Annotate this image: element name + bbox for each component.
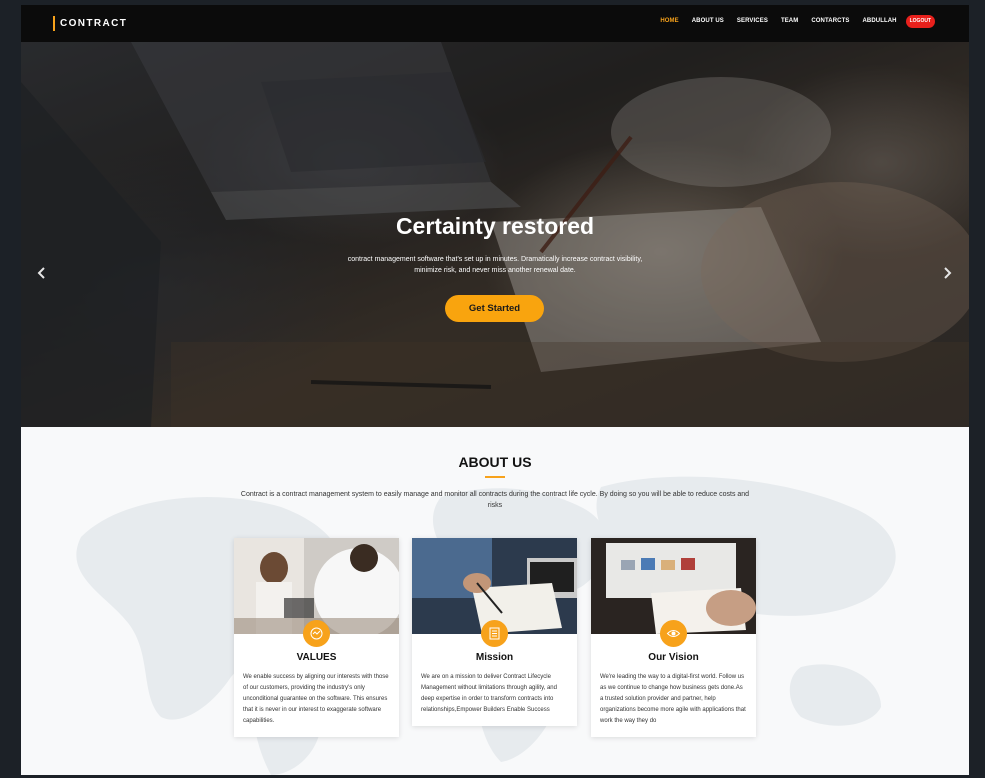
nav-item-contracts[interactable]: CONTARCTS	[811, 18, 849, 24]
values-card: VALUES We enable success by aligning our…	[234, 538, 399, 737]
nav-item-team[interactable]: TEAM	[781, 18, 798, 24]
eye-icon	[660, 620, 687, 647]
navbar: CONTRACT HOME ABOUT US SERVICES TEAM CON…	[21, 5, 969, 42]
vision-card: Our Vision We're leading the way to a di…	[591, 538, 756, 737]
vision-text: We're leading the way to a digital-first…	[600, 674, 746, 724]
chevron-right-icon	[944, 267, 952, 279]
about-title: ABOUT US	[458, 454, 532, 470]
chevron-left-icon	[37, 267, 45, 279]
logo-text: CONTRACT	[60, 18, 128, 29]
mission-text: We are on a mission to deliver Contract …	[421, 674, 557, 713]
about-description: Contract is a contract management system…	[240, 491, 750, 509]
vision-title: Our Vision	[648, 652, 699, 663]
carousel-prev-button[interactable]	[36, 265, 48, 281]
handshake-icon	[303, 620, 330, 647]
get-started-button[interactable]: Get Started	[445, 295, 544, 322]
values-title: VALUES	[296, 652, 337, 663]
nav-item-user[interactable]: ABDULLAH	[862, 18, 896, 24]
logo-accent-bar	[53, 16, 55, 31]
mission-title: Mission	[475, 652, 514, 663]
page-frame: CONTRACT HOME ABOUT US SERVICES TEAM CON…	[21, 5, 969, 775]
about-section: ABOUT US Contract is a contract manageme…	[21, 427, 969, 775]
hero-title: Certainty restored	[395, 213, 595, 239]
mission-card: Mission We are on a mission to deliver C…	[412, 538, 577, 726]
nav-item-home[interactable]: HOME	[660, 18, 678, 24]
document-icon	[481, 620, 508, 647]
about-title-underline	[485, 476, 505, 478]
values-text: We enable success by aligning our intere…	[243, 674, 389, 724]
hero-subtitle: contract management software that's set …	[347, 256, 643, 274]
main-menu: HOME ABOUT US SERVICES TEAM CONTARCTS AB…	[647, 13, 935, 29]
logout-button[interactable]: LOGOUT	[905, 14, 935, 28]
logo[interactable]: CONTRACT	[53, 16, 127, 31]
nav-item-services[interactable]: SERVICES	[737, 18, 768, 24]
carousel-next-button[interactable]	[941, 265, 953, 281]
nav-item-about-us[interactable]: ABOUT US	[692, 18, 724, 24]
hero-carousel: Certainty restored contract management s…	[21, 42, 969, 427]
